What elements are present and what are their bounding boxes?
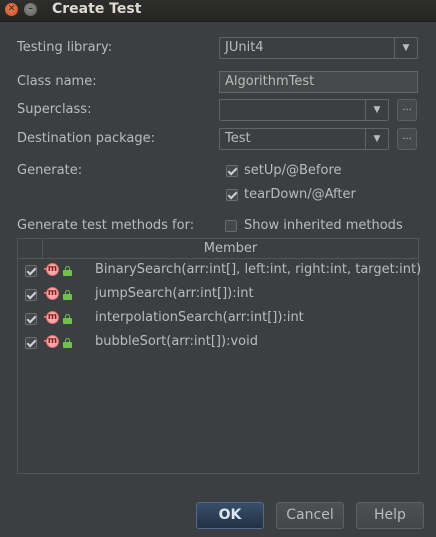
table-row[interactable]: m bubbleSort(arr:int[]):void <box>18 331 418 355</box>
table-row[interactable]: m interpolationSearch(arr:int[]):int <box>18 307 418 331</box>
help-button[interactable]: Help <box>356 502 424 529</box>
setup-checkbox[interactable] <box>226 165 238 177</box>
teardown-label[interactable]: tearDown/@After <box>244 187 356 202</box>
destination-package-label: Destination package: <box>17 131 155 146</box>
method-signature: BinarySearch(arr:int[], left:int, right:… <box>95 262 422 277</box>
title-bar: ✕ – Create Test <box>0 0 436 22</box>
method-signature: jumpSearch(arr:int[]):int <box>95 286 254 301</box>
methods-for-label: Generate test methods for: <box>17 218 195 233</box>
class-name-value: AlgorithmTest <box>225 74 315 89</box>
superclass-select[interactable]: ▼ <box>219 99 389 121</box>
row-checkbox[interactable] <box>25 313 37 325</box>
class-name-label: Class name: <box>17 74 97 89</box>
superclass-browse-button[interactable]: ... <box>397 99 417 121</box>
lock-icon <box>63 290 72 300</box>
setup-label[interactable]: setUp/@Before <box>244 163 342 178</box>
show-inherited-label[interactable]: Show inherited methods <box>244 218 403 233</box>
member-column-header[interactable]: Member <box>43 241 418 256</box>
method-icon: m <box>44 263 60 279</box>
cancel-button[interactable]: Cancel <box>276 502 344 529</box>
method-signature: interpolationSearch(arr:int[]):int <box>95 310 304 325</box>
members-table[interactable]: Member m BinarySearch(arr:int[], left:in… <box>17 238 422 474</box>
row-checkbox[interactable] <box>25 289 37 301</box>
destination-package-select[interactable]: Test ▼ <box>219 128 389 150</box>
table-header: Member <box>18 239 418 259</box>
testing-library-label: Testing library: <box>17 40 113 55</box>
chevron-down-icon[interactable]: ▼ <box>365 100 388 120</box>
superclass-label: Superclass: <box>17 102 92 117</box>
lock-icon <box>63 266 72 276</box>
chevron-down-icon[interactable]: ▼ <box>365 129 388 149</box>
minimize-window-icon[interactable]: – <box>24 3 37 16</box>
destination-browse-button[interactable]: ... <box>397 128 417 150</box>
row-checkbox[interactable] <box>25 265 37 277</box>
row-checkbox[interactable] <box>25 337 37 349</box>
method-icon: m <box>44 335 60 351</box>
method-signature: bubbleSort(arr:int[]):void <box>95 334 258 349</box>
lock-icon <box>63 338 72 348</box>
teardown-checkbox[interactable] <box>226 189 238 201</box>
table-row[interactable]: m jumpSearch(arr:int[]):int <box>18 283 418 307</box>
generate-label: Generate: <box>17 163 83 178</box>
chevron-down-icon[interactable]: ▼ <box>394 38 417 58</box>
testing-library-select[interactable]: JUnit4 ▼ <box>219 37 418 59</box>
class-name-input[interactable]: AlgorithmTest <box>219 71 418 93</box>
method-icon: m <box>44 311 60 327</box>
testing-library-value: JUnit4 <box>225 40 264 55</box>
method-icon: m <box>44 287 60 303</box>
table-row[interactable]: m BinarySearch(arr:int[], left:int, righ… <box>18 259 422 283</box>
close-window-icon[interactable]: ✕ <box>5 3 18 16</box>
lock-icon <box>63 314 72 324</box>
ok-button[interactable]: OK <box>196 502 264 529</box>
show-inherited-checkbox[interactable] <box>225 220 237 232</box>
window-title: Create Test <box>52 1 142 17</box>
destination-package-value: Test <box>225 131 251 146</box>
